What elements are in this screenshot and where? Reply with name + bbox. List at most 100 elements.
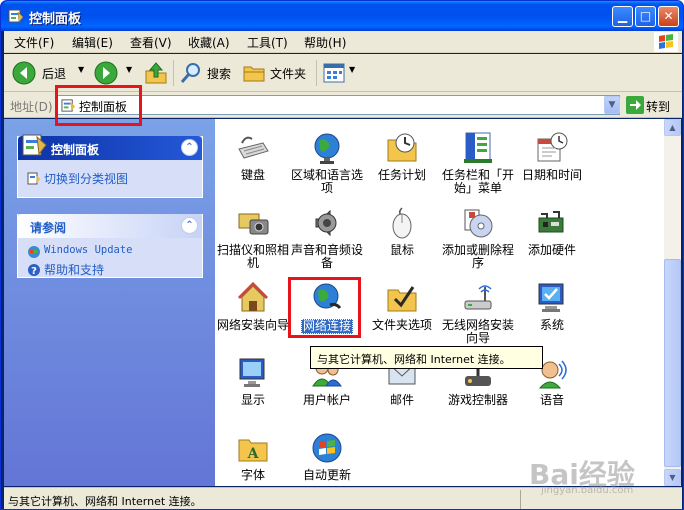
title-bar[interactable]: 控制面板 ▁ □ ✕ [1, 1, 683, 31]
go-label: 转到 [646, 100, 671, 114]
applet-regional-language[interactable]: 区域和语言选项 [288, 131, 366, 195]
scheduled-tasks-icon [387, 133, 417, 162]
scroll-down-button[interactable]: ▼ [664, 469, 681, 486]
search-button[interactable]: 搜索 [179, 59, 235, 87]
applet-label: 添加硬件 [527, 243, 576, 257]
minimize-button[interactable]: ▁ [612, 6, 633, 27]
applet-label: 鼠标 [389, 243, 414, 257]
menu-edit[interactable]: 编辑(E) [72, 34, 113, 51]
up-folder-icon[interactable] [144, 61, 168, 85]
control-panel-task-box: 控制面板 ⌃ 切换到分类视图 [17, 134, 203, 198]
maximize-icon: □ [639, 9, 652, 23]
windows-update-icon [28, 246, 40, 258]
chevron-down-icon[interactable]: ▼ [126, 65, 132, 74]
applet-date-time[interactable]: 日期和时间 [513, 131, 591, 182]
fonts-folder-icon: A [238, 439, 268, 462]
menu-view[interactable]: 查看(V) [130, 34, 172, 51]
applet-taskbar-start-menu[interactable]: 任务栏和「开始」菜单 [439, 131, 517, 195]
applet-add-hardware[interactable]: 添加硬件 [513, 206, 591, 257]
panel-title: 控制面板 [51, 143, 100, 157]
applet-label: 扫描仪和照相机 [216, 243, 289, 270]
applet-folder-options[interactable]: 文件夹选项 [363, 281, 441, 332]
chevron-down-icon[interactable]: ▼ [78, 65, 84, 74]
back-label: 后退 [42, 67, 67, 81]
applet-scheduled-tasks[interactable]: 任务计划 [363, 131, 441, 182]
scroll-thumb[interactable] [664, 259, 681, 467]
collapse-chevron-icon[interactable]: ⌃ [181, 139, 198, 156]
applet-add-remove-programs[interactable]: 添加或删除程序 [439, 206, 517, 270]
chevron-down-icon: ▼ [608, 100, 616, 110]
window-title: 控制面板 [29, 12, 82, 27]
applet-system[interactable]: 系统 [513, 281, 591, 332]
applet-scanners-cameras[interactable]: 扫描仪和照相机 [214, 206, 292, 270]
help-support-link[interactable]: 帮助和支持 [44, 261, 104, 278]
menu-bar: 文件(F) 编辑(E) 查看(V) 收藏(A) 工具(T) 帮助(H) [4, 31, 682, 53]
svg-text:?: ? [31, 266, 37, 277]
speaker-icon [315, 209, 337, 237]
help-icon: ? [28, 264, 40, 277]
forward-button[interactable]: ▼ [94, 59, 134, 87]
applet-sounds-audio[interactable]: 声音和音频设备 [288, 206, 366, 270]
minimize-icon: ▁ [617, 9, 628, 23]
applet-label: 键盘 [240, 168, 265, 182]
taskbar-icon [464, 132, 492, 163]
task-pane: 控制面板 ⌃ 切换到分类视图 请参阅 ⌃ Windows Update ? 帮助… [4, 119, 215, 486]
chevron-down-icon: ▼ [349, 65, 356, 74]
system-icon [538, 283, 564, 312]
wireless-network-icon [464, 285, 492, 310]
switch-category-view-link[interactable]: 切换到分类视图 [44, 170, 128, 187]
date-time-icon [537, 132, 568, 162]
add-hardware-icon [538, 211, 564, 233]
scroll-down-icon: ▼ [669, 473, 676, 482]
scroll-up-button[interactable]: ▲ [664, 119, 681, 136]
menu-file[interactable]: 文件(F) [14, 34, 54, 51]
windows-update-link[interactable]: Windows Update [44, 244, 133, 256]
applet-label: 声音和音频设备 [290, 243, 363, 270]
highlight-box-address [55, 85, 142, 126]
panel-header[interactable]: 控制面板 ⌃ [18, 134, 202, 160]
control-panel-icon [8, 9, 24, 23]
applet-wireless-network-wizard[interactable]: 无线网络安装向导 [439, 281, 517, 345]
folder-options-icon [387, 286, 417, 312]
applet-label: 无线网络安装向导 [441, 318, 514, 345]
applet-label: 任务栏和「开始」菜单 [441, 168, 514, 195]
add-remove-programs-icon [464, 209, 493, 238]
tooltip: 与其它计算机、网络和 Internet 连接。 [310, 346, 543, 369]
status-divider [520, 490, 521, 509]
vertical-scrollbar[interactable]: ▲ ▼ [664, 119, 681, 486]
applet-label: 语音 [539, 393, 564, 407]
applet-display[interactable]: 显示 [214, 356, 292, 407]
applet-label: 字体 [240, 468, 265, 482]
scroll-up-icon: ▲ [669, 123, 676, 132]
menu-help[interactable]: 帮助(H) [304, 34, 346, 51]
back-arrow-icon [12, 61, 36, 85]
display-icon [239, 358, 265, 387]
baidu-watermark-url: jingyan.baidu.com [541, 485, 634, 496]
back-button[interactable]: 后退 ▼ [12, 59, 92, 87]
collapse-chevron-icon[interactable]: ⌃ [181, 217, 198, 234]
globe-icon [314, 133, 340, 164]
forward-arrow-icon [94, 61, 118, 85]
close-icon: ✕ [663, 9, 674, 23]
maximize-button[interactable]: □ [635, 6, 656, 27]
toolbar-separator [316, 60, 317, 86]
applet-keyboard[interactable]: 键盘 [214, 131, 292, 182]
address-label: 地址(D) [10, 100, 53, 114]
applet-fonts[interactable]: A 字体 [214, 431, 292, 482]
applet-mouse[interactable]: 鼠标 [363, 206, 441, 257]
panel-header[interactable]: 请参阅 ⌃ [18, 214, 202, 238]
applet-label: 自动更新 [302, 468, 351, 482]
go-button[interactable]: 转到 [624, 95, 680, 115]
close-button[interactable]: ✕ [658, 6, 679, 27]
applet-label: 任务计划 [377, 168, 426, 182]
category-view-icon [27, 172, 40, 185]
folders-button[interactable]: 文件夹 [242, 59, 312, 87]
applet-automatic-updates[interactable]: 自动更新 [288, 431, 366, 482]
applet-label: 文件夹选项 [371, 318, 432, 332]
menu-tools[interactable]: 工具(T) [247, 34, 288, 51]
applet-network-setup-wizard[interactable]: 网络安装向导 [214, 281, 292, 332]
address-dropdown-button[interactable]: ▼ [604, 96, 620, 114]
views-button[interactable]: ▼ [322, 59, 358, 87]
menu-favorites[interactable]: 收藏(A) [188, 34, 230, 51]
highlight-box-network-connections [288, 277, 361, 338]
